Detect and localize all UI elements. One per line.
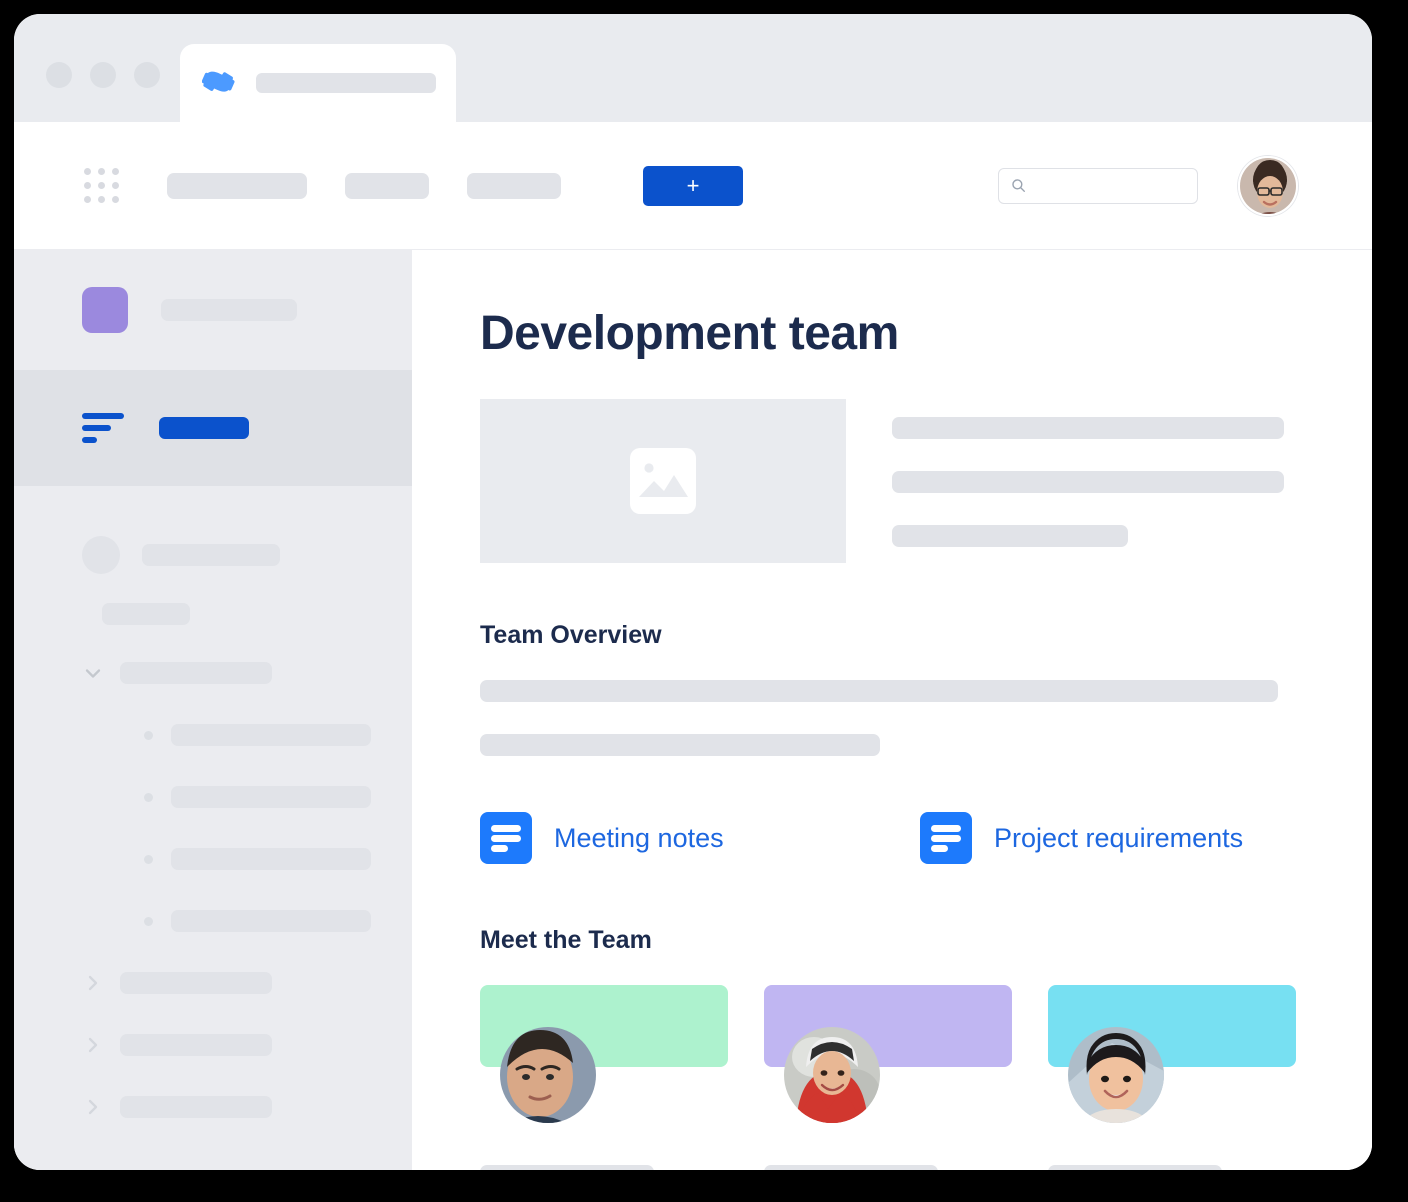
nav-item-1[interactable]: [167, 172, 307, 199]
sidebar-item-label: [120, 662, 272, 684]
link-meeting-notes[interactable]: Meeting notes: [480, 812, 920, 864]
avatar-image: [1068, 1027, 1164, 1123]
bullet-icon: [144, 730, 153, 740]
space-name: [161, 299, 297, 321]
circle-avatar-icon: [82, 536, 120, 574]
bullet-icon: [144, 916, 153, 926]
bullet-icon: [144, 792, 153, 802]
sidebar-item-content-active[interactable]: [14, 370, 412, 486]
maximize-window-button[interactable]: [134, 62, 160, 88]
sidebar-tree-child[interactable]: [14, 828, 412, 890]
create-button[interactable]: +: [643, 165, 743, 206]
avatar-image: [1240, 157, 1296, 214]
member-avatar: [500, 1027, 596, 1123]
hero-line-3: [892, 525, 1128, 547]
app-body: Development team Team Overview Meeting n…: [14, 250, 1372, 1170]
hero-line-1: [892, 417, 1284, 439]
hero-image-placeholder: [480, 399, 846, 563]
team-member-card[interactable]: [1048, 985, 1296, 1170]
browser-tab[interactable]: [180, 44, 456, 122]
member-name: [480, 1165, 654, 1170]
sidebar-item-label: [171, 724, 371, 746]
sidebar-tree-item-expanded[interactable]: [14, 642, 412, 704]
sidebar-tree-child[interactable]: [14, 890, 412, 952]
paragraph-line-2: [480, 734, 880, 756]
sidebar-tree-item-collapsed[interactable]: [14, 1014, 412, 1076]
image-placeholder-icon: [630, 448, 696, 514]
sidebar-item-label: [142, 544, 280, 566]
sidebar-item-space[interactable]: [14, 524, 412, 586]
browser-window: + Development team Team Overview Meeting…: [14, 14, 1372, 1170]
browser-chrome: [14, 14, 1372, 122]
profile-avatar[interactable]: [1238, 155, 1298, 216]
team-overview-paragraph: [480, 680, 1372, 756]
sidebar-item-label: [120, 1096, 272, 1118]
browser-tab-title: [256, 73, 436, 93]
document-icon: [480, 812, 532, 864]
link-label: Project requirements: [994, 822, 1244, 853]
hero-text-lines: [892, 399, 1284, 563]
main-content: Development team Team Overview Meeting n…: [412, 250, 1372, 1170]
app-top-navigation: +: [14, 122, 1372, 250]
hero-line-2: [892, 471, 1284, 493]
sidebar-item-label: [171, 848, 371, 870]
sidebar-section-text: [102, 603, 190, 625]
link-project-requirements[interactable]: Project requirements: [920, 812, 1243, 864]
member-avatar: [784, 1027, 880, 1123]
search-box[interactable]: [998, 167, 1198, 204]
sidebar-item-label: [120, 972, 272, 994]
chevron-down-icon[interactable]: [82, 662, 104, 684]
link-label: Meeting notes: [554, 822, 724, 853]
sidebar-tree-item-collapsed[interactable]: [14, 1076, 412, 1138]
sidebar-space-header[interactable]: [14, 250, 412, 370]
sidebar-item-label: [120, 1034, 272, 1056]
meet-the-team-heading: Meet the Team: [480, 926, 652, 954]
sidebar-list: [14, 486, 412, 1138]
nav-item-3[interactable]: [467, 172, 561, 199]
chevron-right-icon[interactable]: [82, 1034, 104, 1056]
traffic-lights: [46, 62, 160, 88]
sidebar-section-label: [14, 586, 412, 642]
close-window-button[interactable]: [46, 62, 72, 88]
paragraph-line-1: [480, 680, 1278, 702]
team-member-card[interactable]: [480, 985, 728, 1170]
nav-item-2[interactable]: [345, 172, 429, 199]
avatar-image: [500, 1027, 596, 1123]
content-lines-icon: [82, 413, 124, 443]
hero-row: [480, 399, 1372, 563]
document-links-row: Meeting notes Project requirements: [480, 812, 1372, 864]
document-icon: [920, 812, 972, 864]
sidebar-active-item-label: [159, 417, 249, 439]
grid-apps-icon[interactable]: [84, 168, 119, 203]
sidebar: [14, 250, 412, 1170]
member-name: [764, 1165, 938, 1170]
team-overview-heading: Team Overview: [480, 621, 662, 649]
space-avatar: [82, 287, 128, 333]
confluence-logo-icon: [202, 71, 235, 92]
chevron-right-icon[interactable]: [82, 1096, 104, 1118]
avatar-image: [784, 1027, 880, 1123]
sidebar-item-label: [171, 786, 371, 808]
team-member-card[interactable]: [764, 985, 1012, 1170]
search-input[interactable]: [1032, 178, 1182, 193]
bullet-icon: [144, 854, 153, 864]
sidebar-tree-child[interactable]: [14, 704, 412, 766]
page-title: Development team: [480, 307, 899, 360]
chevron-right-icon[interactable]: [82, 972, 104, 994]
sidebar-tree-child[interactable]: [14, 766, 412, 828]
member-name: [1048, 1165, 1222, 1170]
nav-items: +: [167, 165, 743, 206]
minimize-window-button[interactable]: [90, 62, 116, 88]
sidebar-item-label: [171, 910, 371, 932]
team-member-grid: [480, 985, 1372, 1170]
topnav-right-group: [998, 155, 1298, 216]
member-avatar: [1068, 1027, 1164, 1123]
search-icon: [1012, 179, 1026, 193]
sidebar-tree-item-collapsed[interactable]: [14, 952, 412, 1014]
